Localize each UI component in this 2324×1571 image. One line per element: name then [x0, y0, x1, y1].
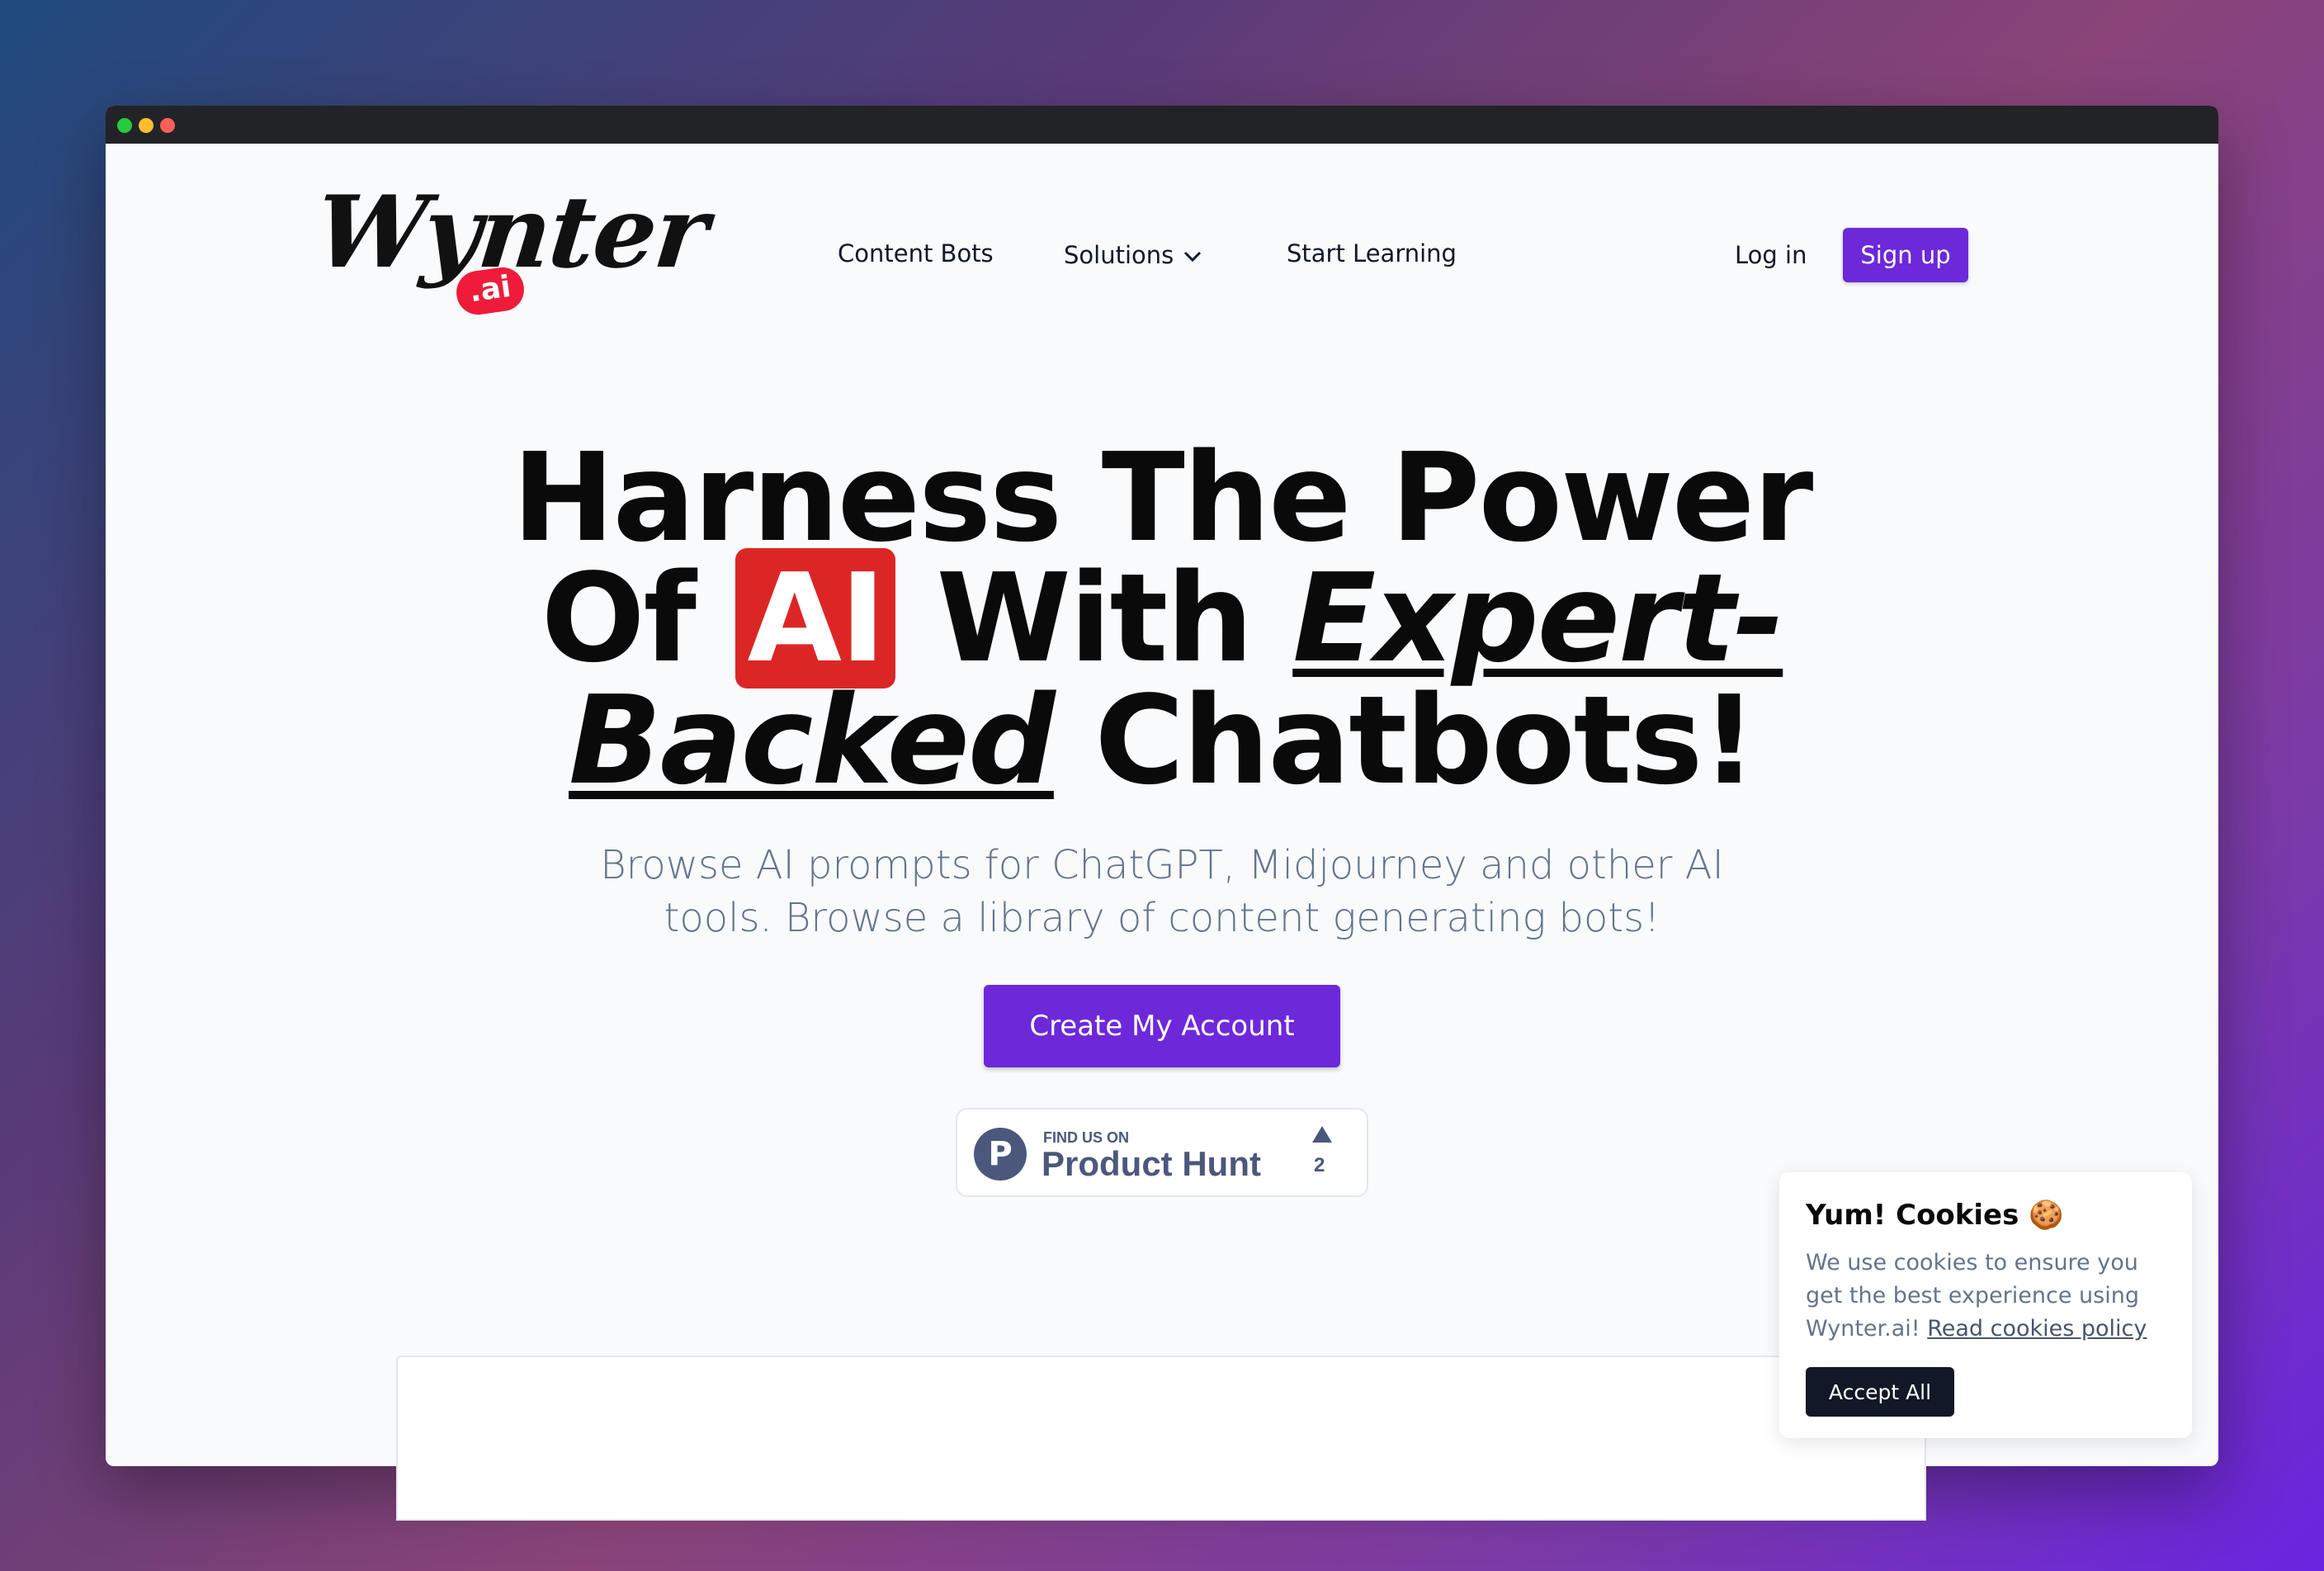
hero-title-line3: Backed Chatbots! [106, 679, 2218, 802]
window-titlebar [106, 106, 2218, 144]
create-account-button[interactable]: Create My Account [984, 985, 1340, 1067]
product-hunt-icon: P [974, 1128, 1027, 1181]
nav-solutions[interactable]: Solutions [1064, 241, 1202, 269]
hero-section: Harness The Power Of AI With Expert- Bac… [106, 427, 2218, 944]
upvote-arrow-icon [1312, 1126, 1332, 1143]
accept-cookies-button[interactable]: Accept All [1806, 1367, 1954, 1417]
minimize-window-button[interactable] [139, 118, 154, 133]
hero-title-expert: Expert- [1292, 547, 1784, 689]
hero-title-chatbots: Chatbots! [1094, 670, 1757, 812]
cookie-text: We use cookies to ensure you get the bes… [1806, 1247, 2166, 1346]
hero-title-backed: Backed [569, 670, 1056, 812]
hero-title-with: With [936, 547, 1254, 689]
signup-button[interactable]: Sign up [1843, 228, 1968, 282]
login-link[interactable]: Log in [1735, 241, 1807, 269]
nav-solutions-label: Solutions [1064, 241, 1174, 269]
ai-highlight: AI [735, 548, 896, 689]
cookie-title: Yum! Cookies 🍪 [1806, 1199, 2064, 1232]
upvote-count: 2 [1314, 1154, 1325, 1176]
cookie-policy-link[interactable]: Read cookies policy [1927, 1316, 2147, 1342]
nav-content-bots[interactable]: Content Bots [838, 239, 994, 267]
cookie-banner: Yum! Cookies 🍪 We use cookies to ensure … [1779, 1172, 2192, 1438]
content-preview-card [396, 1356, 1926, 1521]
logo-wordmark: Wynter [309, 174, 712, 291]
close-window-button[interactable] [160, 118, 175, 133]
maximize-window-button[interactable] [117, 118, 132, 133]
hero-title-line1: Harness The Power [512, 427, 1814, 569]
hero-subtitle: Browse AI prompts for ChatGPT, Midjourne… [600, 842, 1724, 942]
wynter-logo[interactable]: Wynter .ai [310, 174, 712, 318]
nav-start-learning[interactable]: Start Learning [1287, 239, 1457, 267]
hero-title-of: Of [541, 547, 697, 689]
product-hunt-title: Product Hunt [1042, 1144, 1261, 1183]
product-hunt-badge[interactable]: P FIND US ON Product Hunt 2 [956, 1108, 1368, 1197]
chevron-down-icon [1184, 251, 1202, 263]
hero-title: Harness The Power Of AI With Expert- Bac… [106, 427, 2218, 802]
